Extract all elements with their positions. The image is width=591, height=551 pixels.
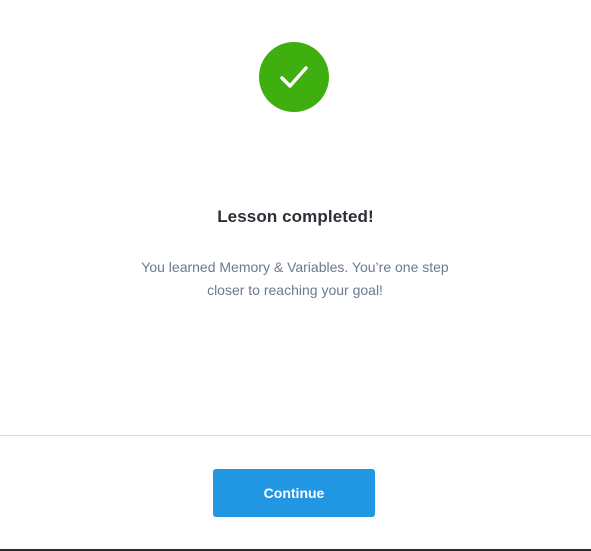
checkmark-icon xyxy=(280,66,308,88)
dialog-message: You learned Memory & Variables. You’re o… xyxy=(141,259,449,298)
footer-divider xyxy=(0,435,591,436)
lesson-complete-dialog: Lesson completed! You learned Memory & V… xyxy=(0,0,591,549)
dialog-title: Lesson completed! xyxy=(217,207,374,226)
success-badge xyxy=(259,42,329,112)
continue-button[interactable]: Continue xyxy=(213,469,375,517)
